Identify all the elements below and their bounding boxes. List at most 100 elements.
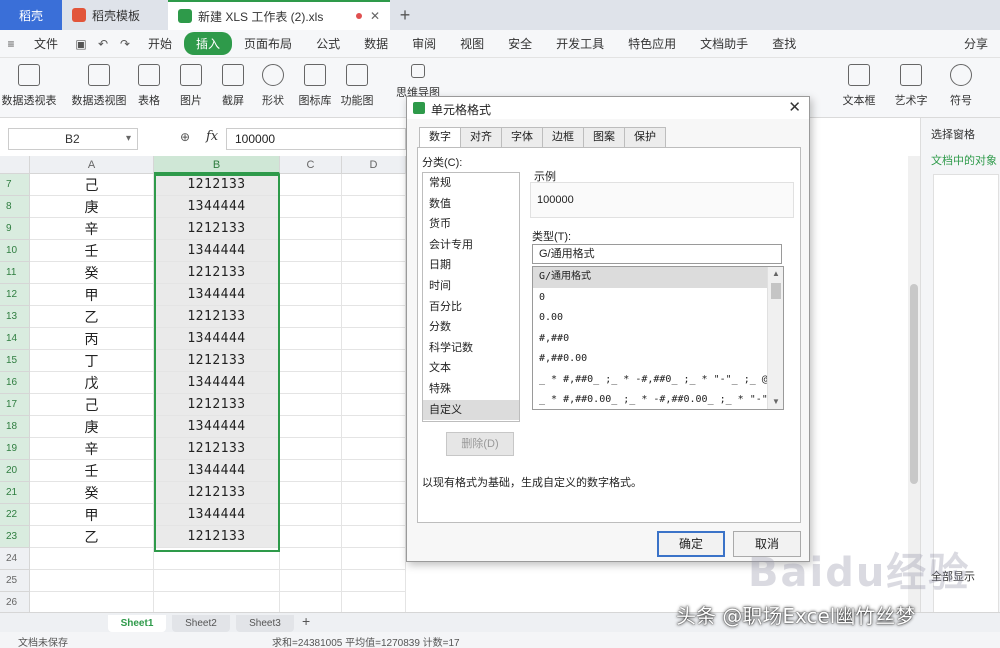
cell-d[interactable] [342,460,406,482]
table-button[interactable]: 表格 [128,64,170,108]
cell-c[interactable] [280,328,342,350]
name-box[interactable]: B2 ▾ [8,128,138,150]
function-chart-button[interactable]: 功能图 [336,64,378,108]
row-header[interactable]: 13 [0,306,30,328]
corner-select-all[interactable] [0,156,30,174]
tab-alignment[interactable]: 对齐 [460,127,502,147]
category-item[interactable]: 会计专用 [423,235,519,256]
cell-a[interactable]: 己 [30,394,154,416]
menu-developer[interactable]: 开发工具 [544,35,616,52]
cell-a[interactable]: 己 [30,174,154,196]
sheet-tab-3[interactable]: Sheet3 [236,615,294,632]
menu-doc-assistant[interactable]: 文档助手 [688,35,760,52]
screenshot-button[interactable]: 截屏 [212,64,254,108]
type-item[interactable]: _ * #,##0_ ;_ * -#,##0_ ;_ * "-"_ ;_ @_ [533,370,767,391]
new-tab-button[interactable]: + [390,0,420,30]
chevron-down-icon[interactable]: ▾ [126,129,131,149]
category-item[interactable]: 数值 [423,194,519,215]
symbol-button[interactable]: 符号 [940,64,982,108]
row-header[interactable]: 20 [0,460,30,482]
close-icon[interactable]: ✕ [788,98,801,116]
cell-a[interactable]: 辛 [30,438,154,460]
cell-d[interactable] [342,328,406,350]
cell-d[interactable] [342,284,406,306]
cell-b[interactable]: 1344444 [154,460,280,482]
type-item[interactable]: 0.00 [533,308,767,329]
save-icon[interactable]: ▣ [70,37,92,51]
col-header-b[interactable]: B [154,156,280,174]
menu-special[interactable]: 特色应用 [616,35,688,52]
menu-security[interactable]: 安全 [496,35,544,52]
menu-hamburger-icon[interactable]: ≡ [0,37,22,51]
art-text-button[interactable]: 艺术字 [890,64,932,108]
cell-c[interactable] [280,240,342,262]
cell-b[interactable] [154,570,280,592]
cell-c[interactable] [280,460,342,482]
undo-icon[interactable]: ↶ [92,37,114,51]
menu-formula[interactable]: 公式 [304,35,352,52]
cell-d[interactable] [342,504,406,526]
row-header[interactable]: 26 [0,592,30,614]
cell-d[interactable] [342,372,406,394]
sheet-tab-1[interactable]: Sheet1 [108,615,166,632]
text-box-button[interactable]: 文本框 [838,64,880,108]
cell-a[interactable]: 丁 [30,350,154,372]
category-item[interactable]: 货币 [423,214,519,235]
cell-a[interactable]: 壬 [30,240,154,262]
cell-a[interactable] [30,548,154,570]
redo-icon[interactable]: ↷ [114,37,136,51]
cell-d[interactable] [342,482,406,504]
cell-a[interactable]: 癸 [30,482,154,504]
row-header[interactable]: 25 [0,570,30,592]
cell-d[interactable] [342,350,406,372]
cell-c[interactable] [280,504,342,526]
cell-b[interactable]: 1212133 [154,262,280,284]
row-header[interactable]: 10 [0,240,30,262]
function-icon[interactable]: fx [206,129,218,144]
type-item[interactable]: #,##0.00 [533,349,767,370]
cell-a[interactable]: 癸 [30,262,154,284]
category-item[interactable]: 常规 [423,173,519,194]
cell-c[interactable] [280,372,342,394]
menu-search[interactable]: 查找 [760,35,808,52]
cell-c[interactable] [280,350,342,372]
cell-c[interactable] [280,482,342,504]
sheet-tab-2[interactable]: Sheet2 [172,615,230,632]
scroll-thumb[interactable] [771,283,781,299]
cell-d[interactable] [342,262,406,284]
row-header[interactable]: 22 [0,504,30,526]
cell-d[interactable] [342,306,406,328]
cell-d[interactable] [342,548,406,570]
tab-home[interactable]: 稻壳 [0,0,62,30]
cell-d[interactable] [342,196,406,218]
category-item[interactable]: 分数 [423,317,519,338]
cell-c[interactable] [280,174,342,196]
type-item[interactable]: 0 [533,288,767,309]
menu-insert[interactable]: 插入 [184,32,233,55]
row-header[interactable]: 23 [0,526,30,548]
cell-c[interactable] [280,306,342,328]
row-header[interactable]: 7 [0,174,30,196]
row-header[interactable]: 8 [0,196,30,218]
cell-c[interactable] [280,438,342,460]
delete-format-button[interactable]: 删除(D) [446,432,514,456]
category-item[interactable]: 文本 [423,358,519,379]
formula-input[interactable]: 100000 [226,128,406,150]
type-item[interactable]: _ * #,##0.00_ ;_ * -#,##0.00_ ;_ * "-"??… [533,390,767,411]
tab-pattern[interactable]: 图案 [583,127,625,147]
cell-d[interactable] [342,438,406,460]
cell-c[interactable] [280,526,342,548]
category-item[interactable]: 时间 [423,276,519,297]
cell-a[interactable]: 庚 [30,416,154,438]
pivot-table-button[interactable]: 数据透视表 [2,64,57,108]
tab-font[interactable]: 字体 [501,127,543,147]
cell-a[interactable]: 乙 [30,526,154,548]
cell-a[interactable]: 戊 [30,372,154,394]
tab-protection[interactable]: 保护 [624,127,666,147]
cell-a[interactable]: 丙 [30,328,154,350]
cell-b[interactable]: 1212133 [154,306,280,328]
share-button[interactable]: 分享 [952,35,1000,52]
cell-b[interactable]: 1344444 [154,372,280,394]
scroll-down-icon[interactable]: ▼ [768,395,784,409]
cell-c[interactable] [280,592,342,614]
